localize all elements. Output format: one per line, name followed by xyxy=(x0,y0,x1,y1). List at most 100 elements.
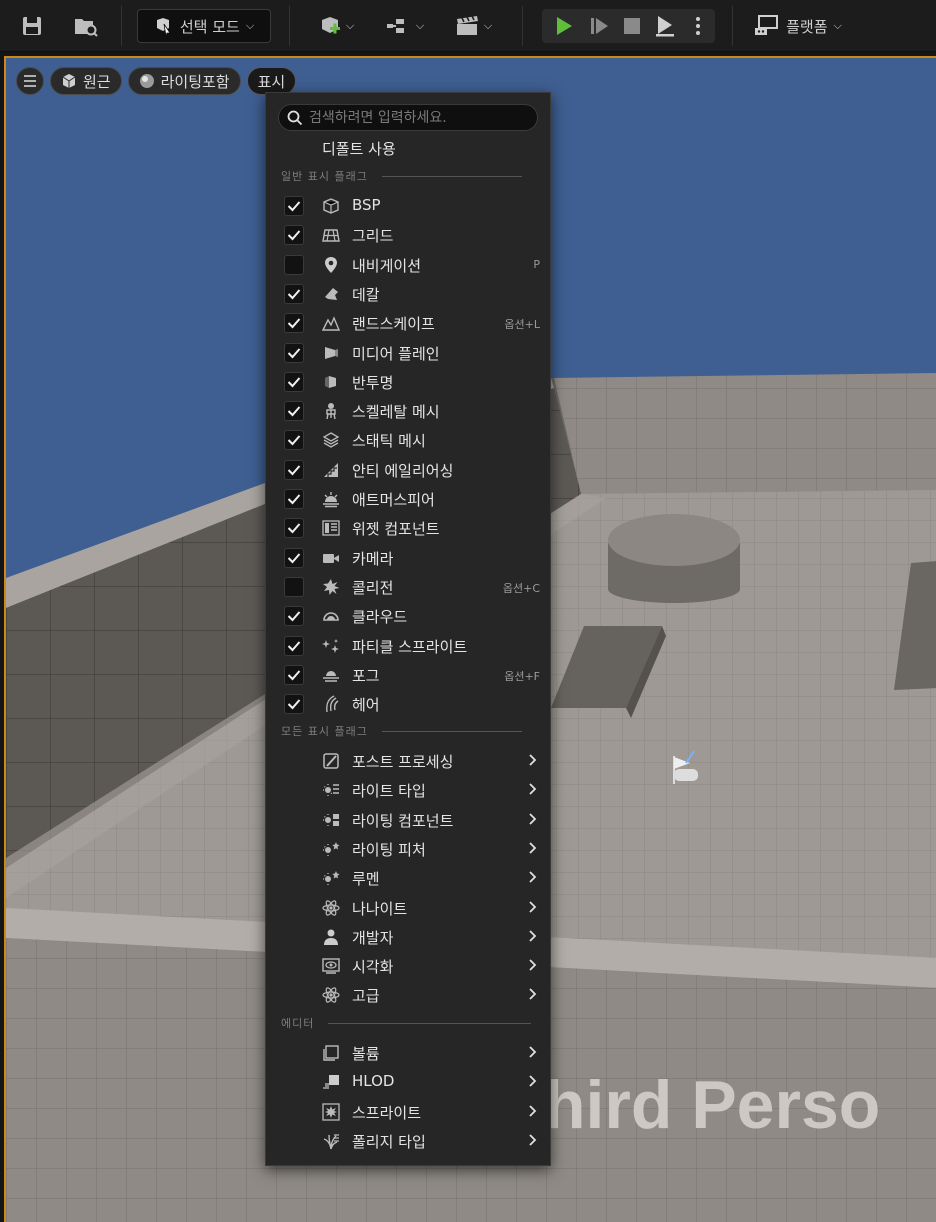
submenu-label: 루멘 xyxy=(352,870,380,889)
show-flag-item[interactable]: 스태틱 메시 xyxy=(266,425,550,454)
show-flag-submenu[interactable]: 시각화 xyxy=(266,951,550,980)
show-flag-submenu[interactable]: 라이팅 피처 xyxy=(266,834,550,863)
flag-label: 내비게이션 xyxy=(352,256,422,275)
flag-checkbox[interactable] xyxy=(284,313,304,334)
flag-checkbox[interactable] xyxy=(284,606,304,627)
flag-checkbox[interactable] xyxy=(284,489,304,509)
eject-button[interactable] xyxy=(650,9,680,43)
flag-label: 포그 xyxy=(352,666,380,685)
show-flag-item[interactable]: 파티클 스프라이트 xyxy=(266,631,550,660)
editor-submenu[interactable]: HLOD xyxy=(266,1067,550,1096)
show-flag-item[interactable]: 헤어 xyxy=(266,689,550,718)
cinematics-button[interactable]: ⌵ xyxy=(448,9,498,43)
show-flag-submenu[interactable]: 라이트 타입 xyxy=(266,775,550,804)
show-flag-item[interactable]: 위젯 컴포넌트 xyxy=(266,513,550,542)
platforms-dropdown[interactable]: 플랫폼 ⌵ xyxy=(748,9,848,43)
play-button[interactable] xyxy=(548,9,580,43)
play-options-button[interactable] xyxy=(688,9,708,43)
flag-checkbox[interactable] xyxy=(284,694,304,715)
show-flag-item[interactable]: 내비게이션 P xyxy=(266,250,550,279)
flag-checkbox[interactable] xyxy=(284,430,304,451)
flag-checkbox[interactable] xyxy=(284,342,304,363)
show-flag-item[interactable]: 반투명 xyxy=(266,367,550,396)
lumen-icon xyxy=(323,871,340,886)
show-flag-submenu[interactable]: 포스트 프로세싱 xyxy=(266,746,550,775)
editor-submenu[interactable]: 스프라이트 xyxy=(266,1097,550,1126)
lighting-mode-button[interactable]: 라이팅포함 xyxy=(127,67,241,95)
nanite-icon xyxy=(322,899,340,916)
search-input[interactable] xyxy=(309,109,529,126)
show-flag-item[interactable]: 카메라 xyxy=(266,543,550,572)
show-flag-item[interactable]: 랜드스케이프 옵션+L xyxy=(266,308,550,337)
stop-icon xyxy=(624,18,640,34)
checkmark-icon xyxy=(287,201,301,212)
show-flag-item[interactable]: 그리드 xyxy=(266,220,550,249)
lighting-mode-label: 라이팅포함 xyxy=(160,72,230,91)
perspective-button[interactable]: 원근 xyxy=(50,67,122,95)
flag-checkbox[interactable] xyxy=(284,635,304,656)
show-flag-item[interactable]: 안티 에일리어싱 xyxy=(266,455,550,484)
lighting-component-icon xyxy=(323,813,339,826)
show-flag-submenu[interactable]: 개발자 xyxy=(266,922,550,951)
viewport-options-button[interactable] xyxy=(16,67,44,95)
collision-icon xyxy=(323,578,340,595)
flag-checkbox[interactable] xyxy=(284,283,304,304)
skeletal-mesh-icon xyxy=(326,403,336,420)
submenu-label: 포스트 프로세싱 xyxy=(352,753,454,771)
flag-checkbox[interactable] xyxy=(284,518,304,539)
flag-label: 위젯 컴포넌트 xyxy=(352,520,440,539)
chevron-down-icon: ⌵ xyxy=(415,19,425,32)
blueprint-button[interactable]: ⌵ xyxy=(380,9,430,43)
flag-checkbox[interactable] xyxy=(284,459,304,480)
flag-checkbox[interactable] xyxy=(284,254,304,275)
main-toolbar: 선택 모드 ⌵ ⌵ ⌵ ⌵ 플랫폼 ⌵ xyxy=(0,0,936,52)
show-flag-item[interactable]: 콜리전 옵션+C xyxy=(266,572,550,601)
show-flag-item[interactable]: 데칼 xyxy=(266,279,550,308)
editor-submenu[interactable]: 볼륨 xyxy=(266,1038,550,1067)
folder-search-icon xyxy=(75,19,98,37)
section-all-label: 모든 표시 플래그 xyxy=(281,725,368,738)
checkmark-icon xyxy=(287,552,301,564)
use-defaults-item[interactable]: 디폴트 사용 xyxy=(266,133,550,162)
flag-shortcut: 옵션+L xyxy=(504,318,540,332)
hlod-icon xyxy=(323,1075,339,1090)
platform-monitor-icon xyxy=(755,15,779,35)
flag-checkbox[interactable] xyxy=(284,576,304,597)
content-browser-button[interactable] xyxy=(66,9,106,43)
show-flag-item[interactable]: 클라우드 xyxy=(266,601,550,630)
show-flag-item[interactable]: 미디어 플레인 xyxy=(266,338,550,367)
show-flag-submenu[interactable]: 고급 xyxy=(266,980,550,1009)
show-flag-item[interactable]: 스켈레탈 메시 xyxy=(266,396,550,425)
show-flag-submenu[interactable]: 라이팅 컴포넌트 xyxy=(266,805,550,834)
perspective-label: 원근 xyxy=(83,72,111,91)
stop-button[interactable] xyxy=(618,9,646,43)
step-button[interactable] xyxy=(584,9,614,43)
show-flag-item[interactable]: 애트머스피어 xyxy=(266,484,550,513)
submenu-label: 라이팅 컴포넌트 xyxy=(352,811,454,830)
flag-label: 애트머스피어 xyxy=(352,491,435,509)
show-flags-button[interactable]: 표시 xyxy=(246,67,297,95)
flag-checkbox[interactable] xyxy=(284,401,304,422)
show-flag-item[interactable]: 포그 옵션+F xyxy=(266,660,550,689)
hair-icon xyxy=(326,695,339,713)
play-icon xyxy=(557,17,572,35)
flag-checkbox[interactable] xyxy=(284,371,304,392)
show-flag-submenu[interactable]: 나나이트 xyxy=(266,893,550,922)
show-flags-label: 표시 xyxy=(257,72,286,91)
show-flag-item[interactable]: BSP xyxy=(266,191,550,220)
editor-submenu[interactable]: 폴리지 타입 xyxy=(266,1126,550,1155)
flag-checkbox[interactable] xyxy=(284,664,304,685)
chevron-right-icon xyxy=(529,1134,537,1146)
camera-icon xyxy=(323,553,339,563)
developer-icon xyxy=(324,929,338,945)
selection-mode-dropdown[interactable]: 선택 모드 ⌵ xyxy=(137,9,271,43)
flag-label: 데칼 xyxy=(352,285,380,304)
flag-checkbox[interactable] xyxy=(284,225,304,246)
flag-checkbox[interactable] xyxy=(284,196,304,216)
chevron-right-icon xyxy=(529,871,537,883)
save-button[interactable] xyxy=(14,9,50,43)
flag-checkbox[interactable] xyxy=(284,547,304,568)
add-actor-button[interactable]: ⌵ xyxy=(308,9,364,43)
clapperboard-icon xyxy=(456,15,478,35)
show-flag-submenu[interactable]: 루멘 xyxy=(266,863,550,892)
